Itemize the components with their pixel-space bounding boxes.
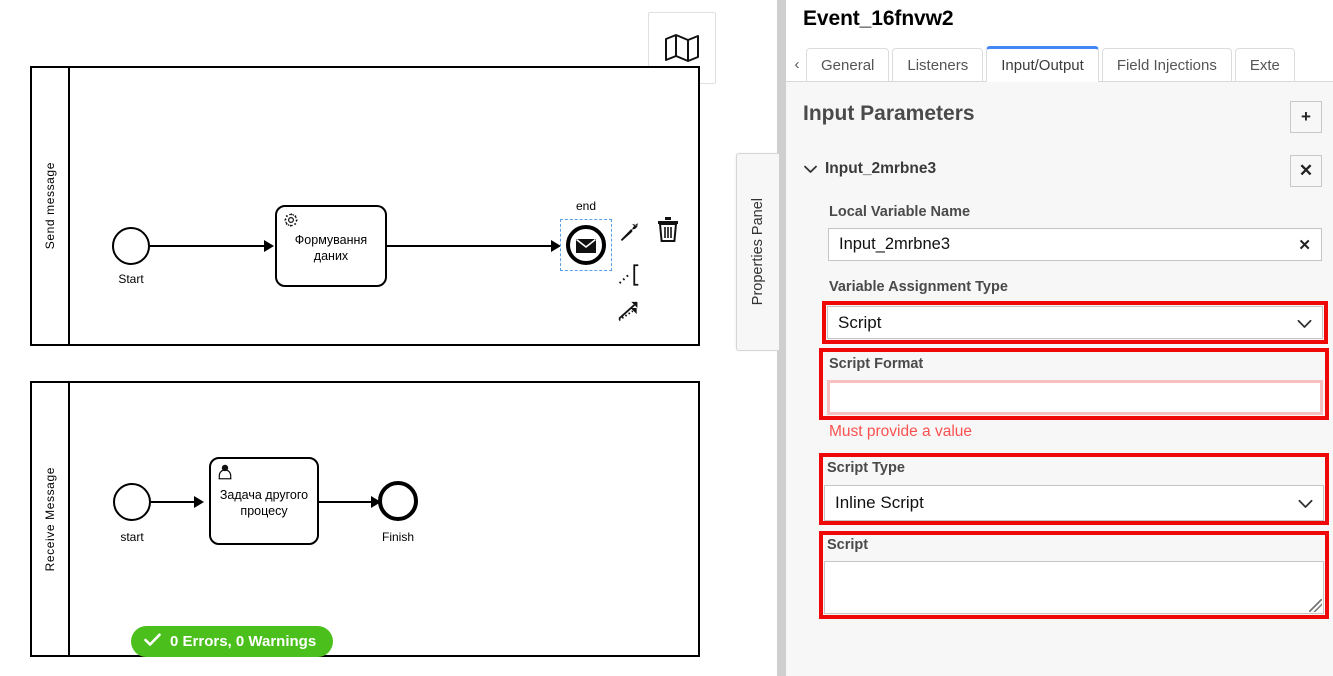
status-badge-text: 0 Errors, 0 Warnings [170, 633, 317, 650]
remove-input-parameter-button[interactable]: ✕ [1290, 155, 1322, 187]
properties-panel: Event_16fnvw2 ‹ General Listeners Input/… [786, 0, 1333, 676]
script-format-error: Must provide a value [829, 423, 973, 440]
start-event-2[interactable] [113, 483, 151, 521]
script-type-select[interactable]: Inline Script [824, 485, 1324, 521]
tab-listeners[interactable]: Listeners [892, 48, 984, 81]
add-input-parameter-button[interactable]: + [1290, 101, 1322, 133]
start-event-1-label: Start [118, 272, 144, 286]
user-icon [216, 463, 234, 481]
sequence-flow-1[interactable] [150, 245, 268, 247]
message-end-event-label: end [575, 199, 597, 213]
label-script-format: Script Format [829, 356, 924, 372]
tab-field-injections[interactable]: Field Injections [1101, 48, 1232, 81]
input-parameter-item[interactable]: Input_2mrbne3 [804, 160, 936, 178]
user-task-zadacha[interactable]: Задача другого процесу [209, 457, 319, 545]
end-event-finish[interactable] [378, 481, 418, 521]
append-icon[interactable] [618, 262, 644, 288]
sequence-flow-2[interactable] [387, 245, 555, 247]
user-task-label: Задача другого процесу [219, 487, 309, 518]
label-script-type: Script Type [827, 460, 905, 476]
service-task-label: Формування даних [294, 232, 368, 263]
label-script: Script [827, 537, 869, 553]
sequence-flow-3-arrow [194, 496, 204, 508]
variable-assignment-type-select[interactable]: Script [827, 306, 1323, 339]
properties-panel-toggle[interactable]: Properties Panel [736, 153, 779, 351]
script-textarea[interactable] [824, 561, 1324, 614]
sequence-flow-3[interactable] [151, 501, 199, 503]
pool-label-receive-message: Receive Message [43, 466, 57, 572]
section-title: Input Parameters [803, 102, 975, 125]
sequence-flow-4[interactable] [319, 501, 375, 503]
trash-icon[interactable] [655, 216, 681, 242]
wrench-icon[interactable] [617, 219, 643, 245]
label-variable-assignment-type: Variable Assignment Type [829, 279, 1008, 295]
envelope-icon [576, 238, 596, 258]
tab-input-output[interactable]: Input/Output [986, 46, 1099, 82]
gear-icon [282, 211, 300, 229]
chevron-down-icon[interactable] [804, 163, 817, 176]
message-end-event[interactable] [566, 225, 606, 265]
resize-handle-icon[interactable] [1309, 599, 1322, 612]
tab-extensions[interactable]: Exte [1234, 48, 1295, 81]
pool-header-send-message[interactable]: Send message [32, 68, 70, 344]
pool-header-receive-message[interactable]: Receive Message [32, 383, 70, 655]
panel-header: Event_16fnvw2 [786, 0, 1333, 47]
panel-body: Input Parameters + ✕ Input_2mrbne3 Local… [786, 82, 1333, 676]
check-icon [144, 633, 161, 651]
pool-label-send-message: Send message [43, 162, 57, 250]
tab-general[interactable]: General [806, 48, 890, 81]
label-local-variable-name: Local Variable Name [829, 204, 971, 220]
sequence-flow-1-arrow [264, 240, 274, 252]
status-badge[interactable]: 0 Errors, 0 Warnings [131, 626, 334, 657]
chevron-down-icon-assignment-type[interactable] [1297, 307, 1312, 340]
service-task-formuvannya[interactable]: Формування даних [275, 205, 387, 287]
input-parameter-name: Input_2mrbne3 [825, 160, 937, 177]
chevron-left-icon[interactable]: ‹ [788, 48, 806, 81]
end-event-finish-label: Finish [381, 530, 414, 544]
script-type-value: Inline Script [835, 493, 924, 512]
start-event-1[interactable] [112, 227, 150, 265]
page-title: Event_16fnvw2 [803, 7, 954, 30]
local-variable-name-value: Input_2mrbne3 [839, 235, 950, 253]
clear-local-variable-name-icon[interactable]: ✕ [1298, 229, 1311, 262]
script-format-input[interactable] [827, 380, 1323, 415]
chevron-down-icon-script-type[interactable] [1298, 486, 1313, 522]
bpmn-canvas[interactable]: Send message Start Формування даних end … [0, 0, 778, 676]
panel-tabs[interactable]: ‹ General Listeners Input/Output Field I… [786, 46, 1333, 82]
connect-icon[interactable] [616, 298, 642, 324]
app-root: Send message Start Формування даних end … [0, 0, 1333, 676]
variable-assignment-type-value: Script [838, 313, 882, 332]
start-event-2-label: start [120, 530, 144, 544]
properties-panel-toggle-label: Properties Panel [750, 198, 766, 306]
local-variable-name-input[interactable]: Input_2mrbne3 ✕ [828, 228, 1322, 261]
